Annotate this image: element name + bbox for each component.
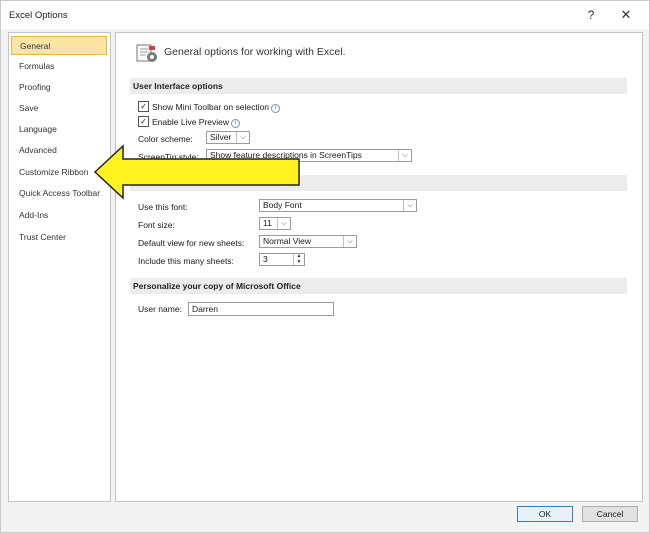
- dialog-title: Excel Options: [9, 10, 68, 21]
- user-name-input[interactable]: Darren: [188, 302, 334, 316]
- yellow-arrow-annotation: [93, 144, 300, 200]
- chevron-down-icon: ⌵: [403, 200, 416, 211]
- excel-options-dialog: Excel Options ? ✕ General Formulas Proof…: [0, 0, 650, 533]
- show-mini-toolbar-checkbox[interactable]: ✓: [138, 101, 149, 112]
- spin-arrows[interactable]: ▲ ▼: [293, 254, 304, 265]
- font-select[interactable]: Body Font ⌵: [259, 199, 417, 212]
- chevron-down-icon: ⌵: [398, 150, 411, 161]
- default-view-label: Default view for new sheets:: [138, 238, 245, 248]
- font-value: Body Font: [263, 200, 302, 210]
- page-heading: General options for working with Excel.: [164, 46, 346, 58]
- nav-item-save[interactable]: Save: [11, 99, 107, 118]
- font-label: Use this font:: [138, 202, 188, 212]
- nav-item-language[interactable]: Language: [11, 120, 107, 139]
- sheets-count-spinner[interactable]: 3 ▲ ▼: [259, 253, 305, 266]
- nav-item-trust-center[interactable]: Trust Center: [11, 228, 107, 247]
- sheets-count-value: 3: [263, 254, 268, 264]
- spin-down-icon[interactable]: ▼: [294, 259, 304, 266]
- info-icon[interactable]: i: [231, 119, 241, 128]
- ok-button[interactable]: OK: [517, 506, 573, 522]
- category-nav: General Formulas Proofing Save Language …: [8, 32, 111, 502]
- sheets-count-label: Include this many sheets:: [138, 256, 234, 266]
- section-personalize: Personalize your copy of Microsoft Offic…: [130, 278, 627, 294]
- options-content: General options for working with Excel. …: [115, 32, 643, 502]
- font-size-label: Font size:: [138, 220, 175, 230]
- font-size-value: 11: [263, 218, 272, 228]
- cancel-button[interactable]: Cancel: [582, 506, 638, 522]
- chevron-down-icon: ⌵: [343, 236, 356, 247]
- help-button[interactable]: ?: [583, 6, 599, 24]
- nav-item-formulas[interactable]: Formulas: [11, 57, 107, 76]
- title-bar: Excel Options ? ✕: [1, 1, 649, 29]
- color-scheme-label: Color scheme:: [138, 134, 193, 144]
- nav-item-general[interactable]: General: [11, 36, 107, 55]
- info-icon[interactable]: i: [271, 104, 281, 113]
- nav-item-proofing[interactable]: Proofing: [11, 78, 107, 97]
- font-size-select[interactable]: 11 ⌵: [259, 217, 291, 230]
- general-options-icon: [136, 44, 157, 62]
- default-view-value: Normal View: [263, 236, 312, 246]
- enable-live-preview-label: Enable Live Preview: [152, 117, 230, 127]
- section-user-interface: User Interface options: [130, 78, 627, 94]
- chevron-down-icon: ⌵: [236, 132, 249, 143]
- show-mini-toolbar-label: Show Mini Toolbar on selection: [152, 102, 270, 112]
- default-view-select[interactable]: Normal View ⌵: [259, 235, 357, 248]
- color-scheme-value: Silver: [210, 132, 232, 142]
- close-button[interactable]: ✕: [616, 6, 636, 24]
- user-name-label: User name:: [138, 304, 182, 314]
- chevron-down-icon: ⌵: [277, 218, 290, 229]
- color-scheme-select[interactable]: Silver ⌵: [206, 131, 250, 144]
- nav-item-add-ins[interactable]: Add-Ins: [11, 206, 107, 225]
- enable-live-preview-checkbox[interactable]: ✓: [138, 116, 149, 127]
